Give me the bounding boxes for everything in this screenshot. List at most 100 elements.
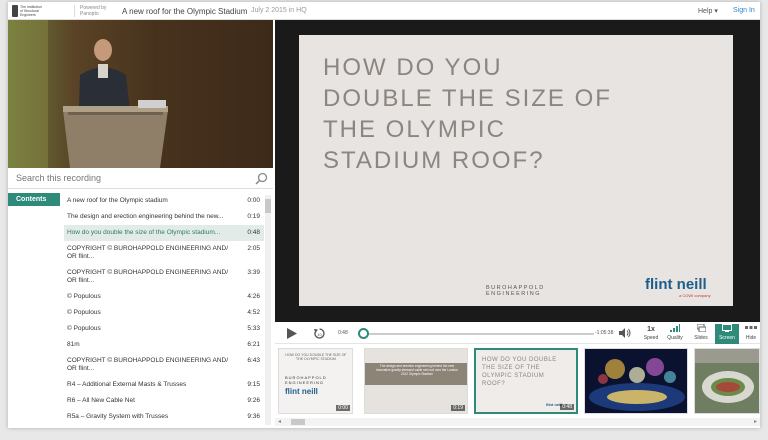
- current-slide: HOW DO YOU DOUBLE THE SIZE OF THE OLYMPI…: [299, 35, 733, 306]
- svg-text:10: 10: [317, 332, 322, 337]
- thumbnail-2-time: 0:19: [451, 405, 465, 411]
- contents-row[interactable]: How do you double the size of the Olympi…: [64, 225, 264, 241]
- thumbnail-3-title: HOW DO YOU DOUBLE THE SIZE OF THE OLYMPI…: [482, 357, 557, 387]
- slide-title-line: DOUBLE THE SIZE OF: [323, 85, 612, 112]
- speaker-video-image: [8, 20, 273, 168]
- speaker-video[interactable]: [8, 20, 273, 168]
- logo-text: The Institution of Structural Engineers: [20, 5, 42, 17]
- contents-scrollbar[interactable]: [265, 195, 271, 425]
- contents-row-time: 4:52: [247, 309, 260, 316]
- contents-row-time: 0:00: [247, 197, 260, 204]
- contents-row-label: COPYRIGHT © BUROHAPPOLD ENGINEERING AND/…: [67, 245, 229, 260]
- screen-button[interactable]: Screen: [715, 324, 739, 344]
- thumbnail-1-burohappold-line: ENGINEERING: [285, 380, 325, 385]
- contents-row-label: COPYRIGHT © BUROHAPPOLD ENGINEERING AND/…: [67, 357, 229, 372]
- stadium-aerial-image: [695, 349, 759, 413]
- thumbnail-3-time: 0:48: [560, 404, 574, 410]
- contents-row[interactable]: COPYRIGHT © BUROHAPPOLD ENGINEERING AND/…: [64, 241, 264, 265]
- scroll-left-icon[interactable]: ◂: [278, 418, 281, 425]
- hide-label: Hide: [745, 335, 757, 341]
- search-icon[interactable]: [255, 172, 268, 185]
- contents-row[interactable]: COPYRIGHT © BUROHAPPOLD ENGINEERING AND/…: [64, 353, 264, 377]
- slides-button[interactable]: Slides: [689, 323, 713, 344]
- screen-label: Screen: [719, 335, 735, 341]
- contents-row-label: © Populous: [67, 325, 101, 332]
- contents-scrollbar-thumb[interactable]: [265, 199, 271, 213]
- contents-row-label: R6 – All New Cable Net: [67, 397, 135, 404]
- contents-row[interactable]: © Populous 5:33: [64, 321, 264, 337]
- contents-row-time: 9:15: [247, 381, 260, 388]
- thumbnail-3[interactable]: HOW DO YOU DOUBLE THE SIZE OF THE OLYMPI…: [474, 348, 578, 414]
- speed-value: 1x: [647, 326, 655, 333]
- contents-row[interactable]: R4 – Additional External Masts & Trusses…: [64, 377, 264, 393]
- burohappold-logo: BUROHAPPOLD ENGINEERING: [486, 285, 545, 297]
- contents-row[interactable]: R5a – Gravity System with Trusses 9:36: [64, 409, 264, 425]
- contents-row[interactable]: COPYRIGHT © BUROHAPPOLD ENGINEERING AND/…: [64, 265, 264, 289]
- contents-row-label: R4 – Additional External Masts & Trusses: [67, 381, 187, 388]
- contents-row[interactable]: A new roof for the Olympic stadium 0:00: [64, 193, 264, 209]
- thumbnail-scrollbar-thumb[interactable]: [291, 419, 305, 425]
- quality-label: Quality: [667, 335, 683, 341]
- play-icon[interactable]: [287, 328, 297, 339]
- contents-row[interactable]: 81m 6:21: [64, 337, 264, 353]
- rewind-icon[interactable]: 10: [313, 327, 326, 340]
- thumbnail-1[interactable]: HOW DO YOU DOUBLE THE SIZE OF THE OLYMPI…: [278, 348, 353, 414]
- flint-neill-logo: flint neill: [645, 276, 707, 293]
- screen-icon: [715, 324, 739, 335]
- contents-row-time: 6:43: [247, 357, 260, 364]
- contents-row[interactable]: The design and erection engineering behi…: [64, 209, 264, 225]
- contents-row-label: 81m: [67, 341, 80, 348]
- help-menu[interactable]: Help ▾: [698, 7, 718, 15]
- burohappold-line: ENGINEERING: [486, 291, 542, 297]
- slide-title-line: HOW DO YOU: [323, 54, 503, 81]
- thumbnail-scrollbar[interactable]: ◂ ▸: [275, 418, 760, 426]
- player-controls: 10 0:48 -1:05:38 1x Speed Quality Slides: [275, 322, 760, 344]
- contents-row-label: The design and erection engineering behi…: [67, 213, 224, 220]
- speed-label: Speed: [643, 335, 659, 341]
- thumbnail-1-burohappold: BUROHAPPOLD ENGINEERING: [285, 375, 327, 385]
- powered-by-brand: Panopto: [80, 11, 99, 17]
- thumbnail-strip: HOW DO YOU DOUBLE THE SIZE OF THE OLYMPI…: [275, 345, 760, 418]
- speed-button[interactable]: 1x Speed: [639, 324, 663, 344]
- institution-logo[interactable]: The Institution of Structural Engineers: [12, 4, 42, 18]
- viewer-window: The Institution of Structural Engineers …: [8, 2, 760, 428]
- tab-contents[interactable]: Contents: [8, 193, 60, 206]
- thumbnail-1-time: 0:00: [336, 405, 350, 411]
- thumbnail-4[interactable]: [584, 348, 688, 414]
- contents-row-time: 0:48: [247, 229, 260, 236]
- search-input[interactable]: Search this recording: [16, 173, 101, 183]
- volume-icon[interactable]: [619, 328, 631, 338]
- slides-icon: [689, 323, 713, 335]
- sign-in-link[interactable]: Sign In: [733, 7, 755, 14]
- contents-row-time: 5:33: [247, 325, 260, 332]
- seek-bar[interactable]: [360, 333, 594, 335]
- contents-row[interactable]: R6 – All New Cable Net 9:26: [64, 393, 264, 409]
- powered-by: Powered by Panopto: [74, 5, 106, 17]
- recording-date: July 2 2015 in HQ: [251, 7, 307, 14]
- contents-row-time: 9:36: [247, 413, 260, 420]
- contents-row[interactable]: © Populous 4:52: [64, 305, 264, 321]
- contents-row-time: 2:05: [247, 245, 260, 252]
- slide-title-line: STADIUM ROOF?: [323, 147, 545, 174]
- search-bar[interactable]: Search this recording: [8, 168, 273, 189]
- contents-row-label: © Populous: [67, 309, 101, 316]
- thumbnail-5[interactable]: [694, 348, 760, 414]
- scroll-right-icon[interactable]: ▸: [754, 418, 757, 425]
- fireworks-image: [585, 349, 687, 413]
- contents-row[interactable]: © Populous 4:26: [64, 289, 264, 305]
- contents-row-label: R5a – Gravity System with Trusses: [67, 413, 169, 420]
- contents-row-label: A new roof for the Olympic stadium: [67, 197, 168, 204]
- recording-title: A new roof for the Olympic Stadium: [122, 7, 248, 16]
- slide-title: HOW DO YOU DOUBLE THE SIZE OF THE OLYMPI…: [323, 52, 612, 176]
- remaining-time: -1:05:38: [595, 330, 614, 336]
- thumbnail-1-flint: flint neill: [285, 387, 318, 396]
- hide-button[interactable]: Hide: [742, 324, 760, 344]
- contents-row-label: How do you double the size of the Olympi…: [67, 229, 221, 236]
- contents-panel: Contents A new roof for the Olympic stad…: [8, 189, 273, 428]
- contents-row-time: 4:26: [247, 293, 260, 300]
- quality-button[interactable]: Quality: [663, 324, 687, 344]
- contents-row-label: COPYRIGHT © BUROHAPPOLD ENGINEERING AND/…: [67, 269, 229, 284]
- hide-icon: [742, 324, 760, 335]
- seek-handle[interactable]: [357, 328, 369, 339]
- thumbnail-2[interactable]: The design and erection engineering behi…: [364, 348, 468, 414]
